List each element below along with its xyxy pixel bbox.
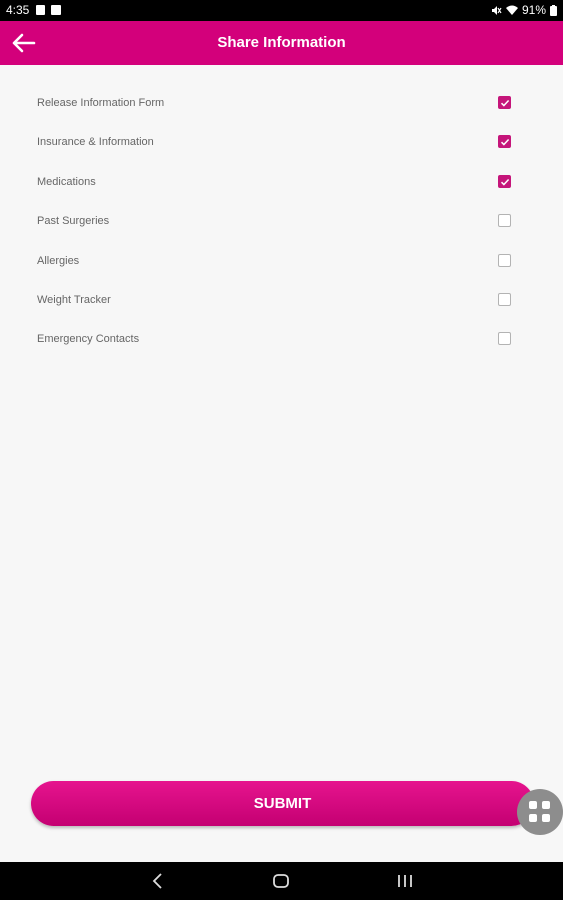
- checkbox-unchecked[interactable]: [498, 253, 511, 267]
- share-option-label: Weight Tracker: [37, 293, 111, 306]
- share-option-row[interactable]: Past Surgeries: [0, 202, 563, 241]
- share-option-label: Release Information Form: [37, 97, 165, 109]
- checkbox-unchecked[interactable]: [498, 332, 511, 346]
- battery-percent: 91%: [521, 3, 546, 17]
- wifi-icon: [505, 5, 518, 15]
- status-right: 91%: [491, 3, 557, 17]
- grid-menu-button[interactable]: [517, 789, 563, 835]
- submit-button[interactable]: SUBMIT: [31, 781, 534, 826]
- checkbox-checked[interactable]: [498, 96, 511, 109]
- share-option-label: Allergies: [37, 254, 80, 267]
- share-option-label: Past Surgeries: [37, 215, 110, 228]
- share-option-row[interactable]: Release Information Form: [0, 84, 563, 123]
- status-bar: 4:35 91%: [0, 0, 563, 21]
- grid-icon-cell: [542, 801, 550, 809]
- checkbox-unchecked[interactable]: [498, 292, 511, 306]
- share-option-row[interactable]: Weight Tracker: [0, 281, 563, 320]
- notification-icon: [36, 5, 45, 15]
- battery-icon: [550, 4, 557, 16]
- recents-nav-icon[interactable]: [396, 871, 414, 891]
- app-bar: Share Information: [0, 21, 563, 65]
- grid-icon-cell: [529, 814, 537, 822]
- share-option-label: Emergency Contacts: [37, 333, 140, 346]
- grid-icon: [529, 801, 537, 809]
- checkmark-icon: [500, 178, 510, 186]
- home-nav-icon[interactable]: [272, 871, 290, 891]
- page-title: Share Information: [217, 34, 346, 51]
- checkbox-checked[interactable]: [498, 174, 511, 188]
- image-notification-icon: [51, 5, 61, 15]
- mute-icon: [491, 5, 502, 15]
- share-option-row[interactable]: Medications: [0, 163, 563, 202]
- checkmark-icon: [500, 139, 510, 146]
- status-time: 4:35: [6, 3, 30, 17]
- share-option-label: Insurance & Information: [37, 136, 154, 149]
- checkbox-checked[interactable]: [498, 135, 511, 149]
- share-option-row[interactable]: Insurance & Information: [0, 123, 563, 162]
- share-option-row[interactable]: Emergency Contacts: [0, 320, 563, 359]
- back-nav-icon[interactable]: [150, 871, 166, 891]
- share-options-list: Release Information Form Insurance & Info…: [0, 84, 563, 360]
- system-nav-bar: [0, 862, 563, 900]
- share-option-row[interactable]: Allergies: [0, 242, 563, 281]
- checkmark-icon: [500, 99, 510, 107]
- checkbox-unchecked[interactable]: [498, 214, 511, 228]
- grid-icon-cell: [542, 814, 550, 822]
- share-option-label: Medications: [37, 175, 96, 188]
